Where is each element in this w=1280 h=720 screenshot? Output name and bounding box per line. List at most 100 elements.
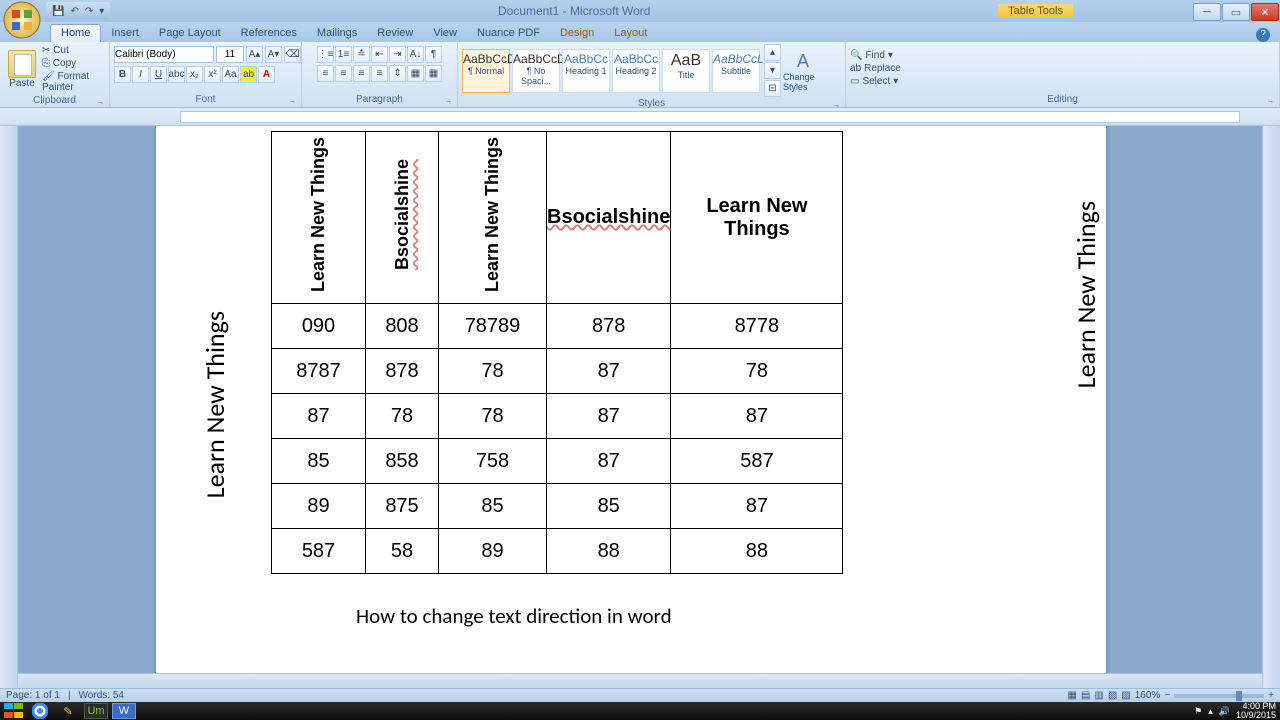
sort-button[interactable]: A↓ bbox=[407, 46, 424, 63]
style-normal[interactable]: AaBbCcDd¶ Normal bbox=[462, 49, 510, 93]
table-cell[interactable]: 89 bbox=[272, 484, 366, 529]
font-name-input[interactable] bbox=[114, 46, 214, 63]
tray-volume-icon[interactable]: 🔊 bbox=[1219, 706, 1230, 717]
tab-home[interactable]: Home bbox=[50, 24, 101, 42]
header-cell[interactable]: Learn New Things bbox=[308, 137, 329, 292]
table-cell[interactable]: 87 bbox=[671, 484, 843, 529]
header-cell[interactable]: Learn New Things bbox=[706, 195, 807, 240]
status-page[interactable]: Page: 1 of 1 bbox=[6, 690, 60, 701]
superscript-button[interactable]: x² bbox=[204, 66, 221, 83]
table-cell[interactable]: 78 bbox=[366, 394, 439, 439]
indent-more-button[interactable]: ⇥ bbox=[389, 46, 406, 63]
table-cell[interactable]: 78789 bbox=[439, 304, 547, 349]
table-cell[interactable]: 89 bbox=[439, 529, 547, 574]
table-cell[interactable]: 87 bbox=[671, 394, 843, 439]
table-cell[interactable]: 85 bbox=[272, 439, 366, 484]
show-marks-button[interactable]: ¶ bbox=[425, 46, 442, 63]
close-button[interactable]: ✕ bbox=[1251, 3, 1279, 21]
italic-button[interactable]: I bbox=[132, 66, 149, 83]
subscript-button[interactable]: x₂ bbox=[186, 66, 203, 83]
rotated-text-left[interactable]: Learn New Things bbox=[199, 311, 231, 498]
change-case-button[interactable]: Aa bbox=[222, 66, 239, 83]
start-button[interactable] bbox=[4, 703, 26, 719]
grow-font-icon[interactable]: A▴ bbox=[246, 46, 263, 63]
select-button[interactable]: ▭ Select ▾ bbox=[850, 75, 901, 88]
document-table[interactable]: Learn New Things Bsocialshine Learn New … bbox=[271, 131, 843, 574]
taskbar-word-icon[interactable]: W bbox=[112, 703, 136, 719]
table-cell[interactable]: 85 bbox=[547, 484, 671, 529]
zoom-slider[interactable] bbox=[1174, 694, 1264, 698]
tab-view[interactable]: View bbox=[423, 25, 467, 42]
tab-references[interactable]: References bbox=[231, 25, 307, 42]
view-draft-icon[interactable]: ▨ bbox=[1121, 690, 1130, 701]
caption-text[interactable]: How to change text direction in word bbox=[356, 603, 672, 629]
shrink-font-icon[interactable]: A▾ bbox=[265, 46, 282, 63]
vertical-ruler[interactable] bbox=[0, 126, 18, 688]
maximize-button[interactable]: ▭ bbox=[1222, 3, 1250, 21]
table-cell[interactable]: 87 bbox=[547, 349, 671, 394]
undo-icon[interactable]: ↶ bbox=[70, 6, 78, 17]
line-spacing-button[interactable]: ⇕ bbox=[389, 65, 406, 82]
rotated-text-right[interactable]: Learn New Things bbox=[1070, 201, 1102, 388]
table-cell[interactable]: 587 bbox=[272, 529, 366, 574]
horizontal-ruler[interactable] bbox=[180, 111, 1240, 123]
table-cell[interactable]: 58 bbox=[366, 529, 439, 574]
horizontal-scrollbar[interactable] bbox=[18, 673, 1262, 688]
indent-less-button[interactable]: ⇤ bbox=[371, 46, 388, 63]
office-button[interactable] bbox=[2, 0, 42, 40]
tab-nuance[interactable]: Nuance PDF bbox=[467, 25, 550, 42]
bullets-button[interactable]: ⋮≡ bbox=[317, 46, 334, 63]
table-cell[interactable]: 78 bbox=[439, 349, 547, 394]
view-outline-icon[interactable]: ▧ bbox=[1108, 690, 1117, 701]
table-cell[interactable]: 878 bbox=[547, 304, 671, 349]
table-cell[interactable]: 78 bbox=[439, 394, 547, 439]
status-words[interactable]: Words: 54 bbox=[79, 690, 124, 701]
tray-up-icon[interactable]: ▴ bbox=[1208, 706, 1213, 717]
view-print-icon[interactable]: ▦ bbox=[1067, 690, 1076, 701]
header-cell[interactable]: Learn New Things bbox=[482, 137, 503, 292]
align-center-button[interactable]: ≡ bbox=[335, 65, 352, 82]
clear-format-icon[interactable]: ⌫ bbox=[284, 46, 301, 63]
copy-button[interactable]: ⎘ Copy bbox=[42, 57, 105, 70]
save-icon[interactable]: 💾 bbox=[52, 6, 64, 17]
view-web-icon[interactable]: ▥ bbox=[1094, 690, 1103, 701]
align-left-button[interactable]: ≡ bbox=[317, 65, 334, 82]
table-cell[interactable]: 78 bbox=[671, 349, 843, 394]
taskbar-app-icon[interactable]: ✎ bbox=[56, 703, 80, 719]
table-cell[interactable]: 858 bbox=[366, 439, 439, 484]
minimize-button[interactable]: ─ bbox=[1193, 3, 1221, 21]
view-full-icon[interactable]: ▤ bbox=[1081, 690, 1090, 701]
table-cell[interactable]: 87 bbox=[272, 394, 366, 439]
taskbar-app-icon[interactable]: Um bbox=[84, 703, 108, 719]
shading-button[interactable]: ▦ bbox=[407, 65, 424, 82]
style-title[interactable]: AaBTitle bbox=[662, 49, 710, 93]
redo-icon[interactable]: ↷ bbox=[85, 6, 93, 17]
tab-design[interactable]: Design bbox=[550, 25, 604, 42]
taskbar-chrome-icon[interactable] bbox=[28, 703, 52, 719]
header-cell[interactable]: Bsocialshine bbox=[547, 206, 670, 228]
qat-more-icon[interactable]: ▾ bbox=[99, 6, 104, 17]
borders-button[interactable]: ▦ bbox=[425, 65, 442, 82]
table-cell[interactable]: 87 bbox=[547, 394, 671, 439]
strike-button[interactable]: abc bbox=[168, 66, 185, 83]
align-right-button[interactable]: ≡ bbox=[353, 65, 370, 82]
help-icon[interactable]: ? bbox=[1256, 28, 1270, 42]
format-painter-button[interactable]: 🖌 Format Painter bbox=[42, 70, 105, 94]
table-cell[interactable]: 090 bbox=[272, 304, 366, 349]
cut-button[interactable]: ✂ Cut bbox=[42, 44, 105, 57]
highlight-button[interactable]: ab bbox=[240, 66, 257, 83]
tab-page-layout[interactable]: Page Layout bbox=[149, 25, 231, 42]
vertical-scrollbar[interactable] bbox=[1262, 126, 1280, 688]
styles-up-icon[interactable]: ▴ bbox=[764, 44, 781, 61]
tab-layout[interactable]: Layout bbox=[604, 25, 657, 42]
bold-button[interactable]: B bbox=[114, 66, 131, 83]
tab-mailings[interactable]: Mailings bbox=[307, 25, 367, 42]
styles-down-icon[interactable]: ▾ bbox=[764, 62, 781, 79]
justify-button[interactable]: ≡ bbox=[371, 65, 388, 82]
style-heading1[interactable]: AaBbCcHeading 1 bbox=[562, 49, 610, 93]
font-size-input[interactable] bbox=[216, 46, 244, 63]
font-color-button[interactable]: A bbox=[258, 66, 275, 83]
style-subtitle[interactable]: AaBbCcLSubtitle bbox=[712, 49, 760, 93]
numbering-button[interactable]: 1≡ bbox=[335, 46, 352, 63]
table-cell[interactable]: 875 bbox=[366, 484, 439, 529]
